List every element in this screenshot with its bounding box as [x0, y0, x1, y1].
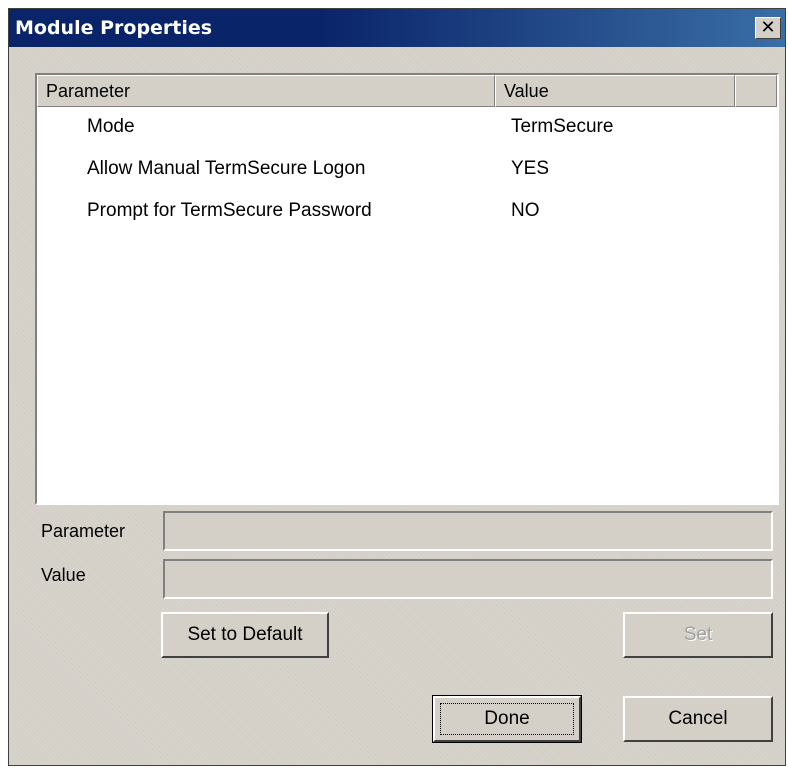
row-parameter: Allow Manual TermSecure Logon	[87, 158, 366, 179]
module-properties-dialog: Module Properties ✕ Parameter Value Mode…	[8, 8, 786, 766]
column-header-filler	[735, 75, 777, 107]
dialog-title: Module Properties	[15, 17, 213, 39]
set-to-default-button[interactable]: Set to Default	[161, 612, 329, 658]
row-parameter: Prompt for TermSecure Password	[87, 200, 372, 221]
row-parameter: Mode	[87, 116, 135, 137]
cancel-label: Cancel	[668, 708, 728, 729]
value-label: Value	[41, 565, 86, 585]
row-value: TermSecure	[511, 116, 614, 137]
row-value: YES	[511, 158, 550, 179]
done-button[interactable]: Done	[432, 695, 582, 743]
list-row-prompt-password[interactable]: Prompt for TermSecure Password NO	[37, 191, 777, 233]
set-to-default-label: Set to Default	[187, 624, 303, 645]
close-icon: ✕	[760, 17, 776, 38]
done-label: Done	[484, 708, 530, 729]
parameter-label: Parameter	[41, 521, 126, 541]
column-header-value[interactable]: Value	[495, 75, 735, 107]
title-bar[interactable]: Module Properties ✕	[9, 9, 785, 47]
list-row-allow-manual-logon[interactable]: Allow Manual TermSecure Logon YES	[37, 149, 777, 191]
set-label: Set	[683, 624, 713, 645]
list-row-mode[interactable]: Mode TermSecure	[37, 107, 777, 149]
set-button[interactable]: Set	[623, 612, 773, 658]
value-field[interactable]	[163, 559, 773, 599]
parameter-field[interactable]	[163, 511, 773, 551]
column-header-parameter[interactable]: Parameter	[37, 75, 495, 107]
close-button[interactable]: ✕	[755, 17, 781, 39]
row-value: NO	[511, 200, 540, 221]
cancel-button[interactable]: Cancel	[623, 696, 773, 742]
list-header: Parameter Value	[37, 75, 777, 107]
parameters-list[interactable]: Parameter Value Mode TermSecure Allow Ma…	[35, 73, 779, 505]
